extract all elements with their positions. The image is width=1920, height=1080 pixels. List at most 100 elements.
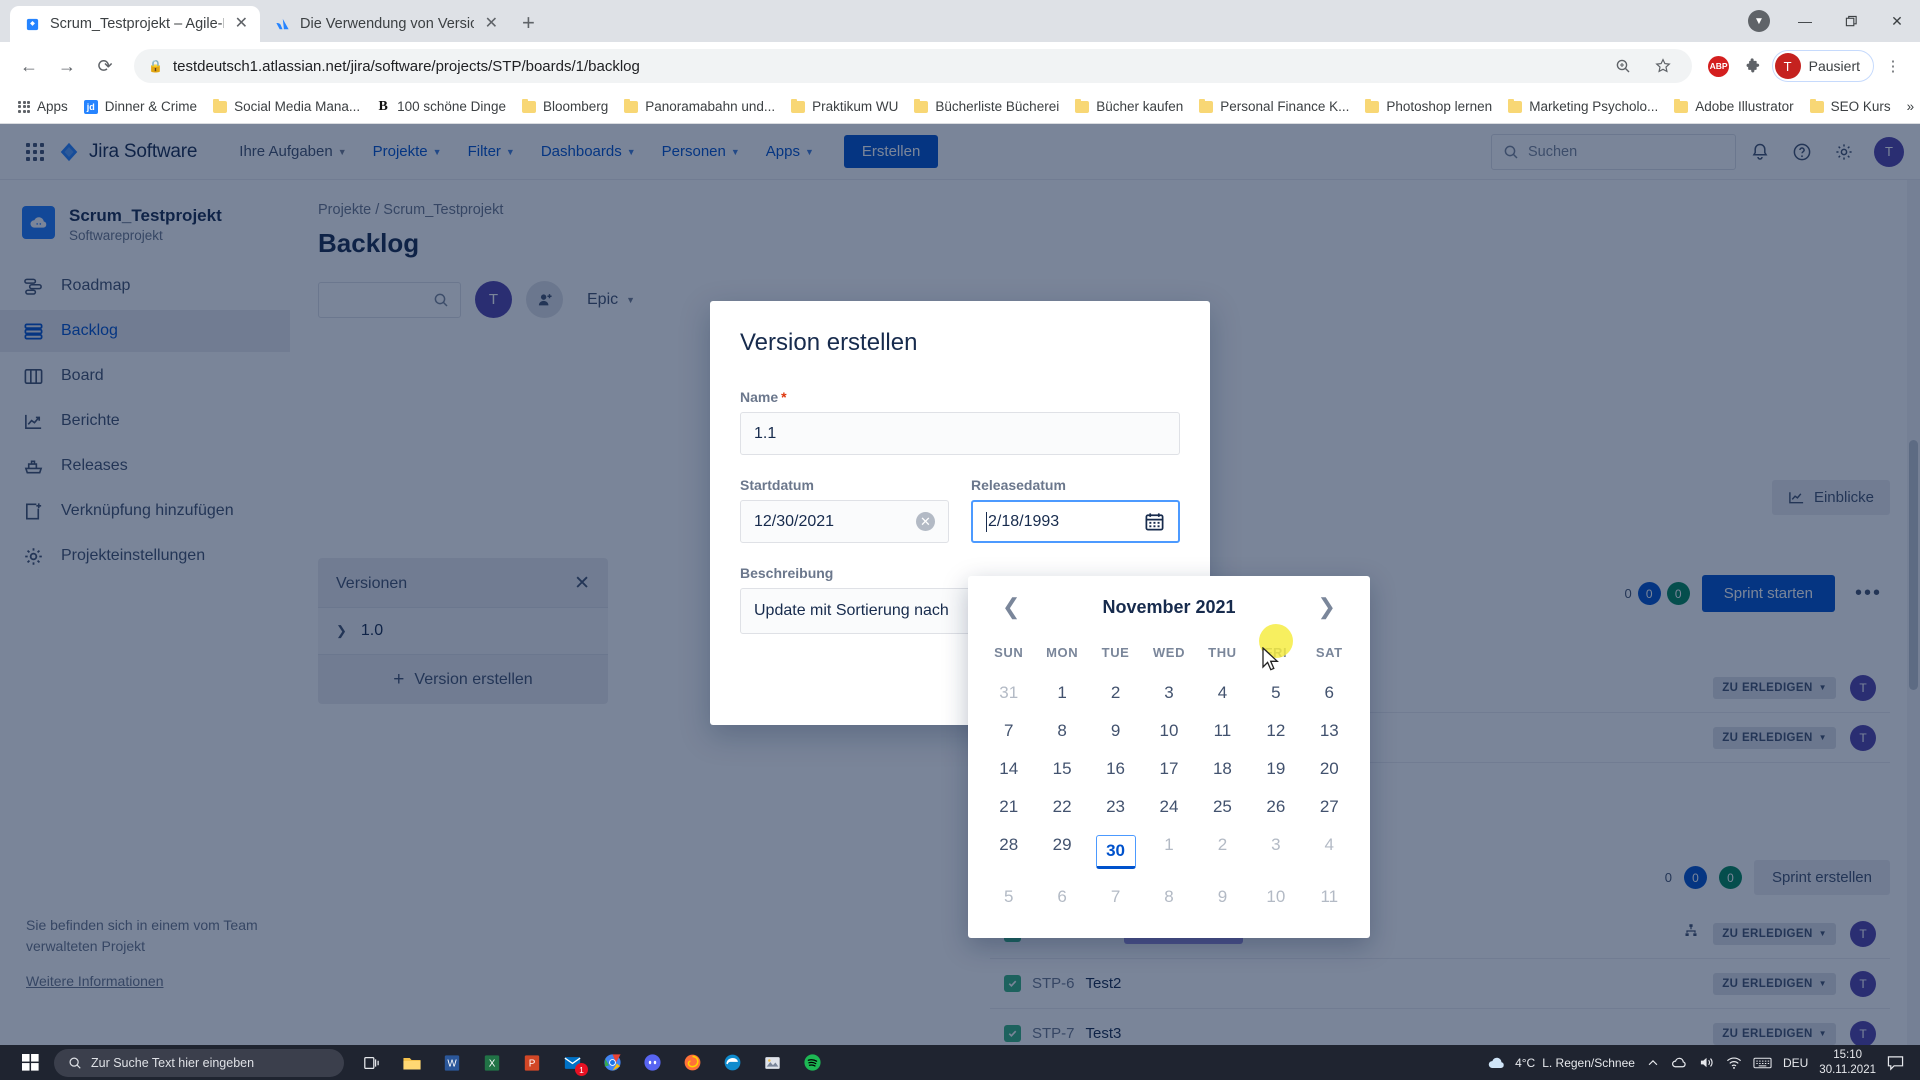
edge-icon[interactable] — [712, 1045, 752, 1080]
action-center-icon[interactable] — [1887, 1055, 1904, 1071]
datepicker-day[interactable]: 31 — [982, 674, 1035, 712]
volume-icon[interactable] — [1699, 1055, 1715, 1070]
datepicker-day[interactable]: 4 — [1303, 826, 1356, 878]
bookmark-praktikum-wu[interactable]: Praktikum WU — [783, 95, 906, 118]
bookmark-dinner-crime[interactable]: jd Dinner & Crime — [76, 95, 205, 118]
datepicker-day[interactable]: 14 — [982, 750, 1035, 788]
taskbar-search-input[interactable]: Zur Suche Text hier eingeben — [54, 1048, 344, 1077]
bookmark-marketing-psychologie[interactable]: Marketing Psycholo... — [1500, 95, 1666, 118]
datepicker-day[interactable]: 3 — [1249, 826, 1302, 878]
close-window-button[interactable]: ✕ — [1874, 0, 1920, 42]
datepicker-day[interactable]: 29 — [1035, 826, 1088, 878]
outlook-icon[interactable]: 1 — [552, 1045, 592, 1080]
datepicker-day[interactable]: 24 — [1142, 788, 1195, 826]
address-bar[interactable]: 🔒 testdeutsch1.atlassian.net/jira/softwa… — [134, 49, 1692, 83]
clear-icon[interactable]: ✕ — [916, 512, 935, 531]
datepicker-day[interactable]: 8 — [1035, 712, 1088, 750]
task-view-icon[interactable] — [352, 1045, 392, 1080]
forward-button[interactable]: → — [50, 49, 84, 83]
bookmark-buecher-kaufen[interactable]: Bücher kaufen — [1067, 95, 1191, 118]
release-date-input[interactable]: 2/18/1993 — [971, 500, 1180, 543]
datepicker-day[interactable]: 9 — [1196, 878, 1249, 916]
datepicker-day[interactable]: 5 — [982, 878, 1035, 916]
datepicker-day[interactable]: 13 — [1303, 712, 1356, 750]
bookmark-bloomberg[interactable]: Bloomberg — [514, 95, 616, 118]
datepicker-day[interactable]: 19 — [1249, 750, 1302, 788]
powerpoint-icon[interactable]: P — [512, 1045, 552, 1080]
datepicker-day[interactable]: 28 — [982, 826, 1035, 878]
file-explorer-icon[interactable] — [392, 1045, 432, 1080]
datepicker-day[interactable]: 2 — [1089, 674, 1142, 712]
spotify-icon[interactable] — [792, 1045, 832, 1080]
datepicker-day[interactable]: 23 — [1089, 788, 1142, 826]
start-date-input[interactable]: 12/30/2021 ✕ — [740, 500, 949, 543]
close-icon[interactable]: ✕ — [483, 16, 500, 32]
chrome-menu-icon[interactable]: ⋮ — [1878, 51, 1908, 81]
word-icon[interactable]: W — [432, 1045, 472, 1080]
datepicker-day[interactable]: 1 — [1142, 826, 1195, 878]
datepicker-day[interactable]: 5 — [1249, 674, 1302, 712]
datepicker-day[interactable]: 3 — [1142, 674, 1195, 712]
excel-icon[interactable]: X — [472, 1045, 512, 1080]
adblock-icon[interactable]: ABP — [1704, 51, 1734, 81]
weather-widget[interactable]: 4°C L. Regen/Schnee — [1486, 1054, 1635, 1072]
calendar-icon[interactable] — [1144, 511, 1165, 532]
update-icon[interactable]: ▼ — [1736, 0, 1782, 42]
photos-icon[interactable] — [752, 1045, 792, 1080]
datepicker-day[interactable]: 22 — [1035, 788, 1088, 826]
datepicker-day[interactable]: 10 — [1142, 712, 1195, 750]
discord-icon[interactable] — [632, 1045, 672, 1080]
language-indicator[interactable]: DEU — [1783, 1056, 1808, 1070]
bookmarks-overflow-button[interactable]: » — [1899, 95, 1920, 118]
datepicker-day[interactable]: 25 — [1196, 788, 1249, 826]
close-icon[interactable]: ✕ — [233, 16, 250, 32]
taskbar-clock[interactable]: 15:10 30.11.2021 — [1819, 1048, 1876, 1077]
zoom-icon[interactable] — [1608, 51, 1638, 81]
minimize-button[interactable]: — — [1782, 0, 1828, 42]
chevron-up-icon[interactable] — [1646, 1056, 1660, 1070]
datepicker-day[interactable]: 9 — [1089, 712, 1142, 750]
datepicker-day[interactable]: 11 — [1303, 878, 1356, 916]
datepicker-day[interactable]: 27 — [1303, 788, 1356, 826]
datepicker-day[interactable]: 7 — [1089, 878, 1142, 916]
maximize-button[interactable] — [1828, 0, 1874, 42]
name-input[interactable]: 1.1 — [740, 412, 1180, 455]
bookmark-adobe-illustrator[interactable]: Adobe Illustrator — [1666, 95, 1801, 118]
datepicker-day[interactable]: 26 — [1249, 788, 1302, 826]
windows-start-icon[interactable] — [6, 1045, 54, 1080]
datepicker-day[interactable]: 17 — [1142, 750, 1195, 788]
chevron-left-icon[interactable]: ❮ — [996, 596, 1026, 618]
wifi-icon[interactable] — [1726, 1056, 1742, 1070]
datepicker-day[interactable]: 1 — [1035, 674, 1088, 712]
onedrive-icon[interactable] — [1671, 1055, 1688, 1070]
datepicker-day[interactable]: 2 — [1196, 826, 1249, 878]
datepicker-day[interactable]: 6 — [1303, 674, 1356, 712]
datepicker-day[interactable]: 6 — [1035, 878, 1088, 916]
profile-chip[interactable]: T Pausiert — [1771, 50, 1874, 82]
chevron-right-icon[interactable]: ❯ — [1312, 596, 1342, 618]
datepicker-day[interactable]: 4 — [1196, 674, 1249, 712]
bookmark-100-schoene-dinge[interactable]: B 100 schöne Dinge — [368, 95, 514, 119]
datepicker-day[interactable]: 16 — [1089, 750, 1142, 788]
datepicker-day[interactable]: 11 — [1196, 712, 1249, 750]
bookmark-social-media[interactable]: Social Media Mana... — [205, 95, 368, 118]
datepicker-day[interactable]: 10 — [1249, 878, 1302, 916]
reload-button[interactable]: ⟳ — [88, 49, 122, 83]
datepicker-day[interactable]: 21 — [982, 788, 1035, 826]
chrome-icon[interactable] — [592, 1045, 632, 1080]
datepicker-day[interactable]: 8 — [1142, 878, 1195, 916]
datepicker-day[interactable]: 30 — [1089, 826, 1142, 878]
datepicker-day[interactable]: 7 — [982, 712, 1035, 750]
datepicker-day[interactable]: 20 — [1303, 750, 1356, 788]
new-tab-button[interactable]: + — [522, 10, 535, 36]
browser-tab-0[interactable]: Scrum_Testprojekt – Agile-Board ✕ — [10, 6, 260, 42]
bookmark-seo-kurs[interactable]: SEO Kurs — [1802, 95, 1899, 118]
bookmark-personal-finance[interactable]: Personal Finance K... — [1191, 95, 1357, 118]
extensions-puzzle-icon[interactable] — [1738, 51, 1768, 81]
firefox-icon[interactable] — [672, 1045, 712, 1080]
browser-tab-1[interactable]: Die Verwendung von Versionen i ✕ — [260, 6, 510, 42]
bookmark-panoramabahn[interactable]: Panoramabahn und... — [616, 95, 783, 118]
bookmark-photoshop[interactable]: Photoshop lernen — [1357, 95, 1500, 118]
bookmark-buecherliste[interactable]: Bücherliste Bücherei — [906, 95, 1067, 118]
datepicker-day[interactable]: 12 — [1249, 712, 1302, 750]
